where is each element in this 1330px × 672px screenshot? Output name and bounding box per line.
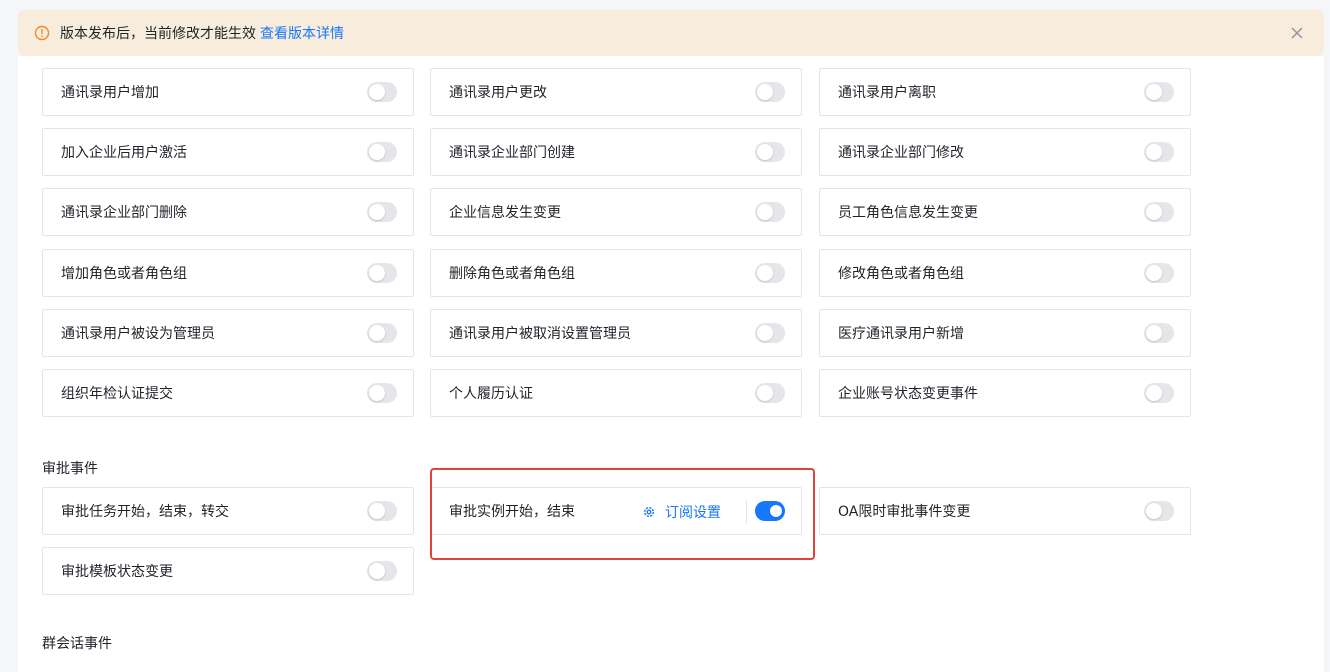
event-label: 删除角色或者角色组: [449, 266, 575, 282]
divider: [746, 500, 747, 524]
event-card: 通讯录企业部门删除: [42, 188, 414, 236]
event-toggle[interactable]: [367, 202, 397, 222]
event-card: 修改角色或者角色组: [819, 249, 1191, 297]
event-card: 审批模板状态变更: [42, 547, 414, 595]
event-label: 通讯录企业部门修改: [838, 145, 964, 161]
event-label: 企业信息发生变更: [449, 205, 561, 221]
event-label: 企业账号状态变更事件: [838, 386, 978, 402]
event-card: 通讯录企业部门修改: [819, 128, 1191, 176]
event-card: 个人履历认证: [430, 369, 802, 417]
event-toggle[interactable]: [755, 263, 785, 283]
event-label: 组织年检认证提交: [61, 386, 173, 402]
event-label: 员工角色信息发生变更: [838, 205, 978, 221]
event-label: 审批模板状态变更: [61, 564, 173, 580]
event-toggle[interactable]: [367, 263, 397, 283]
event-toggle[interactable]: [755, 383, 785, 403]
event-label: 通讯录用户被设为管理员: [61, 326, 215, 342]
event-toggle[interactable]: [1144, 323, 1174, 343]
version-notice-banner: 版本发布后，当前修改才能生效 查看版本详情: [18, 10, 1324, 56]
approval-section-title: 审批事件: [42, 461, 98, 477]
event-subscription-panel: 通讯录用户增加 通讯录用户更改 通讯录用户离职 加入企业后用户激活 通讯录企业部…: [18, 68, 1324, 672]
event-toggle[interactable]: [755, 323, 785, 343]
event-toggle[interactable]: [1144, 82, 1174, 102]
event-card: 通讯录用户离职: [819, 68, 1191, 116]
event-toggle[interactable]: [1144, 142, 1174, 162]
event-label: 修改角色或者角色组: [838, 266, 964, 282]
info-icon: [34, 25, 50, 41]
event-card: 通讯录企业部门创建: [430, 128, 802, 176]
event-label: 加入企业后用户激活: [61, 145, 187, 161]
event-toggle[interactable]: [367, 323, 397, 343]
event-label: 通讯录用户更改: [449, 85, 547, 101]
event-card: OA限时审批事件变更: [819, 487, 1191, 535]
event-toggle-on[interactable]: [755, 501, 785, 521]
event-card: 审批任务开始，结束，转交: [42, 487, 414, 535]
event-label: 通讯录用户增加: [61, 85, 159, 101]
event-toggle[interactable]: [1144, 263, 1174, 283]
event-toggle[interactable]: [1144, 202, 1174, 222]
gear-icon: [642, 505, 656, 519]
event-card: 通讯录用户增加: [42, 68, 414, 116]
event-card: 删除角色或者角色组: [430, 249, 802, 297]
close-icon[interactable]: [1288, 24, 1306, 42]
event-toggle[interactable]: [367, 82, 397, 102]
event-card: 通讯录用户更改: [430, 68, 802, 116]
event-toggle[interactable]: [367, 561, 397, 581]
view-version-details-link[interactable]: 查看版本详情: [260, 23, 344, 43]
event-label: 个人履历认证: [449, 386, 533, 402]
event-toggle[interactable]: [1144, 383, 1174, 403]
event-toggle[interactable]: [1144, 501, 1174, 521]
event-card: 增加角色或者角色组: [42, 249, 414, 297]
group-chat-section-title: 群会话事件: [42, 636, 112, 652]
event-card: 企业账号状态变更事件: [819, 369, 1191, 417]
event-card: 通讯录用户被取消设置管理员: [430, 309, 802, 357]
event-card-approval-instance: 审批实例开始，结束 订阅设置: [430, 487, 802, 535]
event-card: 通讯录用户被设为管理员: [42, 309, 414, 357]
event-card: 员工角色信息发生变更: [819, 188, 1191, 236]
event-label: 通讯录用户离职: [838, 85, 936, 101]
event-label: 通讯录企业部门删除: [61, 205, 187, 221]
event-card: 医疗通讯录用户新增: [819, 309, 1191, 357]
event-label: 增加角色或者角色组: [61, 266, 187, 282]
event-card: 企业信息发生变更: [430, 188, 802, 236]
subscription-settings-button[interactable]: 订阅设置: [642, 502, 721, 522]
event-toggle[interactable]: [367, 501, 397, 521]
event-toggle[interactable]: [755, 202, 785, 222]
event-label: 通讯录用户被取消设置管理员: [449, 326, 631, 342]
event-toggle[interactable]: [755, 142, 785, 162]
event-toggle[interactable]: [367, 383, 397, 403]
event-card: 组织年检认证提交: [42, 369, 414, 417]
event-label: 审批任务开始，结束，转交: [61, 504, 229, 520]
event-card: 加入企业后用户激活: [42, 128, 414, 176]
event-label: 医疗通讯录用户新增: [838, 326, 964, 342]
event-label: 审批实例开始，结束: [449, 504, 575, 520]
event-label: 通讯录企业部门创建: [449, 145, 575, 161]
notice-message: 版本发布后，当前修改才能生效: [60, 26, 256, 42]
event-label: OA限时审批事件变更: [838, 504, 971, 520]
event-toggle[interactable]: [367, 142, 397, 162]
subscription-settings-label: 订阅设置: [665, 505, 721, 521]
event-toggle[interactable]: [755, 82, 785, 102]
